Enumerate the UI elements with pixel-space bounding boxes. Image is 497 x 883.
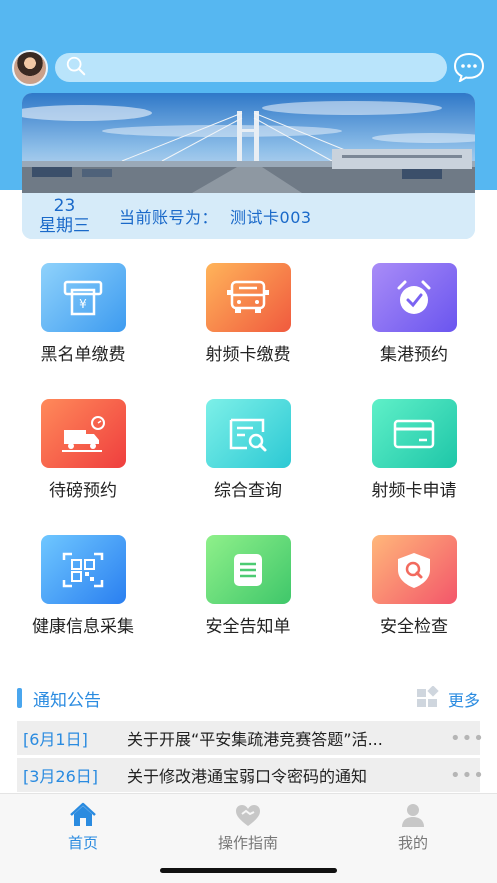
- tile-label: 安全检查: [380, 617, 448, 637]
- tile-safety-notice[interactable]: 安全告知单: [173, 535, 323, 645]
- account-label: 当前账号为：: [119, 208, 219, 227]
- search-input[interactable]: [93, 53, 447, 82]
- tile-blacklist-payment[interactable]: ¥ 黑名单缴费: [8, 263, 158, 373]
- truck-front-icon: [205, 263, 291, 332]
- tile-port-booking[interactable]: 集港预约: [339, 263, 489, 373]
- port-bridge-image: [22, 93, 475, 193]
- notice-date: [6月1日]: [23, 730, 88, 749]
- handshake-icon: [188, 802, 308, 828]
- svg-text:¥: ¥: [79, 297, 87, 311]
- notice-item[interactable]: [6月1日] 关于开展“平安集疏港竞赛答题”活... •••: [17, 721, 485, 755]
- search-bar[interactable]: [55, 53, 447, 82]
- home-indicator: [160, 868, 337, 873]
- user-avatar[interactable]: [12, 50, 48, 86]
- tile-label: 射频卡缴费: [205, 345, 291, 365]
- home-icon: [23, 802, 143, 828]
- tab-label: 操作指南: [217, 834, 278, 852]
- tile-label: 健康信息采集: [32, 617, 134, 637]
- user-icon: [353, 802, 473, 828]
- tile-label: 集港预约: [380, 345, 448, 365]
- notice-text: 关于开展“平安集疏港竞赛答题”活...: [127, 730, 383, 749]
- tile-label: 安全告知单: [205, 617, 291, 637]
- notice-accent-bar: [17, 688, 22, 708]
- grid-more-icon: [416, 685, 440, 712]
- tile-general-query[interactable]: 综合查询: [173, 399, 323, 509]
- notice-item[interactable]: [3月26日] 关于修改港通宝弱口令密码的通知 •••: [17, 758, 485, 792]
- tile-rfcard-payment[interactable]: 射频卡缴费: [173, 263, 323, 373]
- document-search-icon: [205, 399, 291, 468]
- tile-rfcard-apply[interactable]: 射频卡申请: [339, 399, 489, 509]
- truck-scale-icon: [40, 399, 126, 468]
- tile-label: 射频卡申请: [371, 481, 457, 501]
- tile-safety-inspection[interactable]: 安全检查: [339, 535, 489, 645]
- search-icon: [65, 55, 87, 81]
- chat-bubble-icon[interactable]: [453, 52, 485, 84]
- payment-terminal-icon: ¥: [40, 263, 126, 332]
- date-weekday: 星期三: [39, 216, 90, 236]
- card-icon: [371, 399, 457, 468]
- date-day: 23: [53, 196, 76, 216]
- more-button[interactable]: 更多: [416, 685, 480, 712]
- date-display: 23 星期三: [22, 196, 107, 236]
- tab-home[interactable]: 首页: [23, 802, 143, 853]
- tile-label: 黑名单缴费: [40, 345, 126, 365]
- shield-search-icon: [371, 535, 457, 604]
- tab-label: 我的: [397, 834, 428, 852]
- note-icon: [205, 535, 291, 604]
- banner-info-strip: 23 星期三 当前账号为： 测试卡003: [22, 193, 475, 239]
- qr-code-icon: [40, 535, 126, 604]
- tile-label: 综合查询: [214, 481, 282, 501]
- banner-card[interactable]: 23 星期三 当前账号为： 测试卡003: [22, 93, 475, 239]
- more-label: 更多: [447, 691, 480, 710]
- account-value: 测试卡003: [230, 208, 312, 227]
- tile-weigh-booking[interactable]: 待磅预约: [8, 399, 158, 509]
- tile-health-info[interactable]: 健康信息采集: [8, 535, 158, 645]
- tile-label: 待磅预约: [49, 481, 117, 501]
- tab-label: 首页: [67, 834, 98, 852]
- more-dots-icon: •••: [450, 727, 485, 749]
- notice-text: 关于修改港通宝弱口令密码的通知: [127, 767, 368, 786]
- tab-guide[interactable]: 操作指南: [188, 802, 308, 853]
- notice-title: 通知公告: [33, 691, 101, 711]
- account-info: 当前账号为： 测试卡003: [119, 204, 312, 228]
- alarm-clock-icon: [371, 263, 457, 332]
- notice-date: [3月26日]: [23, 767, 99, 786]
- notice-header: 通知公告 更多: [17, 685, 480, 712]
- tab-mine[interactable]: 我的: [353, 802, 473, 853]
- more-dots-icon: •••: [450, 764, 485, 786]
